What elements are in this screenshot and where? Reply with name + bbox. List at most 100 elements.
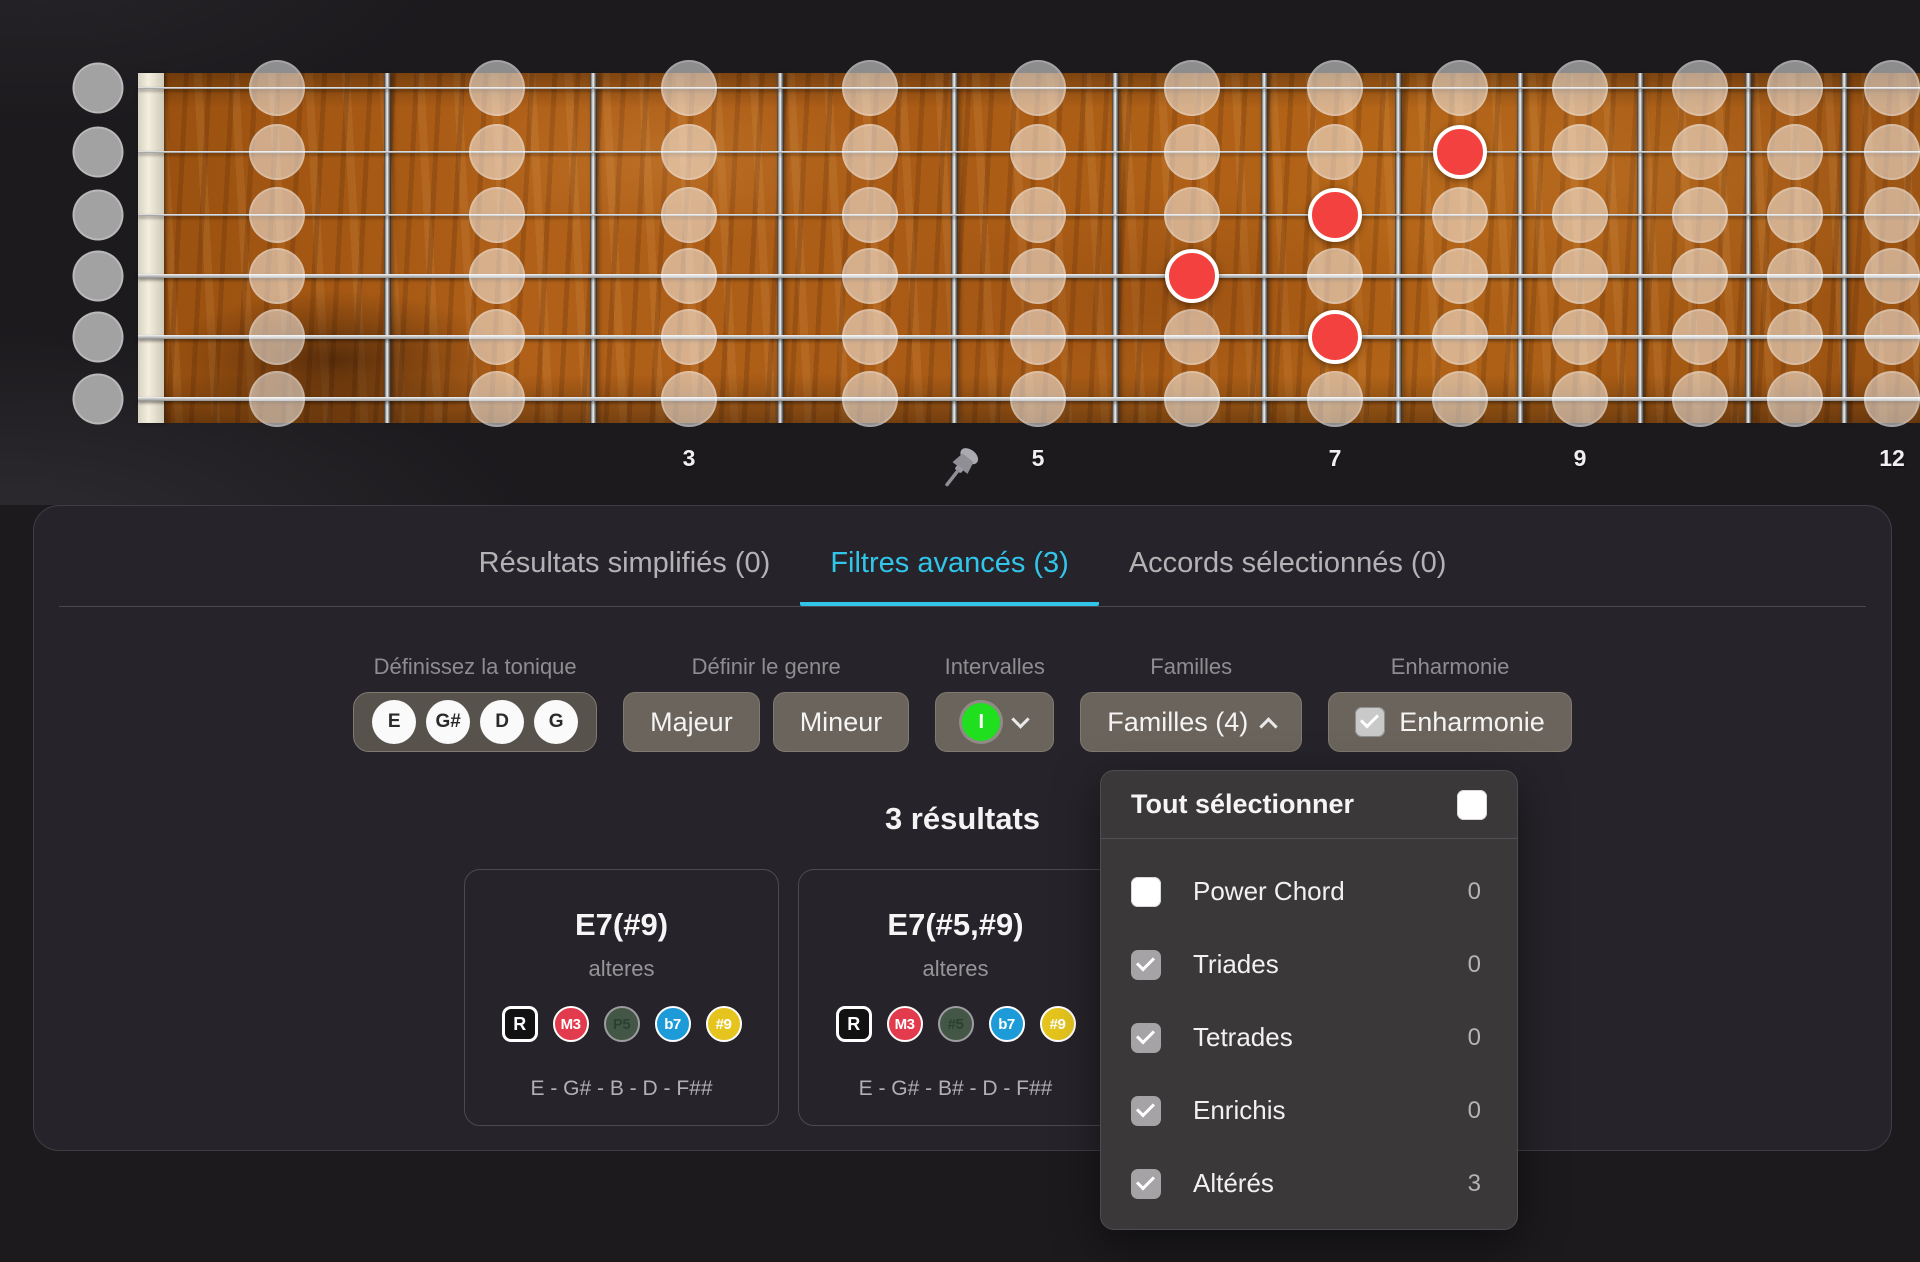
fret-position-dot[interactable]	[249, 124, 305, 180]
fret-position-dot[interactable]	[1864, 187, 1920, 243]
fret-position-dot[interactable]	[1164, 60, 1220, 116]
fret-position-dot[interactable]	[1672, 371, 1728, 427]
fret-position-dot[interactable]	[1010, 248, 1066, 304]
fret-position-dot[interactable]	[1307, 248, 1363, 304]
fret-position-dot[interactable]	[469, 371, 525, 427]
fret-position-dot[interactable]	[469, 248, 525, 304]
fret-position-dot[interactable]	[1010, 124, 1066, 180]
fret-position-dot[interactable]	[1307, 371, 1363, 427]
fret-position-dot[interactable]	[1307, 124, 1363, 180]
famille-checkbox[interactable]	[1131, 1023, 1161, 1053]
fret-position-dot[interactable]	[1010, 309, 1066, 365]
familles-dropdown-button[interactable]: Familles (4)	[1080, 692, 1302, 752]
intervalles-dropdown-button[interactable]: I	[935, 692, 1054, 752]
fret-position-dot[interactable]	[1432, 309, 1488, 365]
mineur-button[interactable]: Mineur	[773, 692, 910, 752]
fret-position-dot[interactable]	[661, 187, 717, 243]
famille-option[interactable]: Power Chord0	[1101, 855, 1517, 928]
fret-position-dot[interactable]	[1552, 124, 1608, 180]
enharmonie-checkbox[interactable]	[1355, 707, 1385, 737]
fret-position-dot[interactable]	[249, 248, 305, 304]
fret-position-dot[interactable]	[1767, 187, 1823, 243]
fret-position-dot[interactable]	[249, 60, 305, 116]
majeur-button[interactable]: Majeur	[623, 692, 760, 752]
open-string-marker[interactable]	[73, 251, 124, 302]
fret-position-dot[interactable]	[1767, 371, 1823, 427]
fret-position-dot[interactable]	[1864, 248, 1920, 304]
chord-card-e7sharp9[interactable]: E7(#9) alteres RM3P5b7#9 E - G# - B - D …	[464, 869, 779, 1126]
fret-position-dot[interactable]	[1552, 187, 1608, 243]
note-pill-gsharp[interactable]: G#	[426, 700, 470, 744]
fret-position-dot[interactable]	[1552, 309, 1608, 365]
famille-checkbox[interactable]	[1131, 1169, 1161, 1199]
fret-position-dot[interactable]	[1010, 187, 1066, 243]
famille-option[interactable]: Triades0	[1101, 928, 1517, 1001]
fret-position-dot[interactable]	[661, 60, 717, 116]
fret-position-dot[interactable]	[1164, 371, 1220, 427]
selected-note-dot[interactable]	[1433, 125, 1487, 179]
fret-position-dot[interactable]	[1432, 371, 1488, 427]
chord-card-e7sharp5sharp9[interactable]: E7(#5,#9) alteres RM3#5b7#9 E - G# - B# …	[798, 869, 1113, 1126]
fret-position-dot[interactable]	[469, 60, 525, 116]
fret-position-dot[interactable]	[661, 248, 717, 304]
fret-position-dot[interactable]	[1164, 309, 1220, 365]
famille-checkbox[interactable]	[1131, 877, 1161, 907]
fret-position-dot[interactable]	[249, 309, 305, 365]
fret-position-dot[interactable]	[1672, 187, 1728, 243]
fret-position-dot[interactable]	[1010, 371, 1066, 427]
fret-position-dot[interactable]	[1552, 60, 1608, 116]
fret-position-dot[interactable]	[842, 124, 898, 180]
fret-position-dot[interactable]	[842, 371, 898, 427]
select-all-checkbox[interactable]	[1457, 790, 1487, 820]
fret-position-dot[interactable]	[1552, 371, 1608, 427]
fret-position-dot[interactable]	[1864, 124, 1920, 180]
fret-position-dot[interactable]	[1864, 371, 1920, 427]
note-pill-g[interactable]: G	[534, 700, 578, 744]
fret-position-dot[interactable]	[1010, 60, 1066, 116]
note-pill-d[interactable]: D	[480, 700, 524, 744]
fret-position-dot[interactable]	[661, 371, 717, 427]
fret-position-dot[interactable]	[661, 309, 717, 365]
fret-position-dot[interactable]	[1672, 248, 1728, 304]
fret-position-dot[interactable]	[1432, 60, 1488, 116]
fret-position-dot[interactable]	[1767, 248, 1823, 304]
fret-position-dot[interactable]	[842, 309, 898, 365]
famille-option[interactable]: Enrichis0	[1101, 1074, 1517, 1147]
famille-checkbox[interactable]	[1131, 1096, 1161, 1126]
fret-position-dot[interactable]	[1767, 124, 1823, 180]
open-string-marker[interactable]	[73, 374, 124, 425]
open-string-marker[interactable]	[73, 312, 124, 363]
fret-position-dot[interactable]	[1672, 309, 1728, 365]
fret-position-dot[interactable]	[469, 187, 525, 243]
fret-position-dot[interactable]	[469, 124, 525, 180]
selected-note-dot[interactable]	[1308, 188, 1362, 242]
tab-resultats-simplifies[interactable]: Résultats simplifiés (0)	[449, 540, 801, 606]
fret-position-dot[interactable]	[661, 124, 717, 180]
fret-position-dot[interactable]	[1432, 248, 1488, 304]
fret-position-dot[interactable]	[1672, 124, 1728, 180]
fret-position-dot[interactable]	[842, 60, 898, 116]
tab-filtres-avances[interactable]: Filtres avancés (3)	[800, 540, 1099, 606]
fret-position-dot[interactable]	[249, 187, 305, 243]
fret-position-dot[interactable]	[1864, 309, 1920, 365]
fret-position-dot[interactable]	[1864, 60, 1920, 116]
fret-position-dot[interactable]	[469, 309, 525, 365]
fret-position-dot[interactable]	[1767, 60, 1823, 116]
fret-position-dot[interactable]	[1552, 248, 1608, 304]
fret-position-dot[interactable]	[842, 248, 898, 304]
note-pill-e[interactable]: E	[372, 700, 416, 744]
open-string-marker[interactable]	[73, 63, 124, 114]
fret-position-dot[interactable]	[1432, 187, 1488, 243]
open-string-marker[interactable]	[73, 127, 124, 178]
pin-icon[interactable]	[933, 441, 987, 495]
select-all-row[interactable]: Tout sélectionner	[1101, 771, 1517, 838]
famille-option[interactable]: Altérés3	[1101, 1147, 1517, 1220]
fret-position-dot[interactable]	[1307, 60, 1363, 116]
famille-option[interactable]: Tetrades0	[1101, 1001, 1517, 1074]
fret-position-dot[interactable]	[249, 371, 305, 427]
tab-accords-selectionnes[interactable]: Accords sélectionnés (0)	[1099, 540, 1477, 606]
open-string-marker[interactable]	[73, 190, 124, 241]
fret-position-dot[interactable]	[1164, 187, 1220, 243]
selected-note-dot[interactable]	[1165, 249, 1219, 303]
selected-note-dot[interactable]	[1308, 310, 1362, 364]
